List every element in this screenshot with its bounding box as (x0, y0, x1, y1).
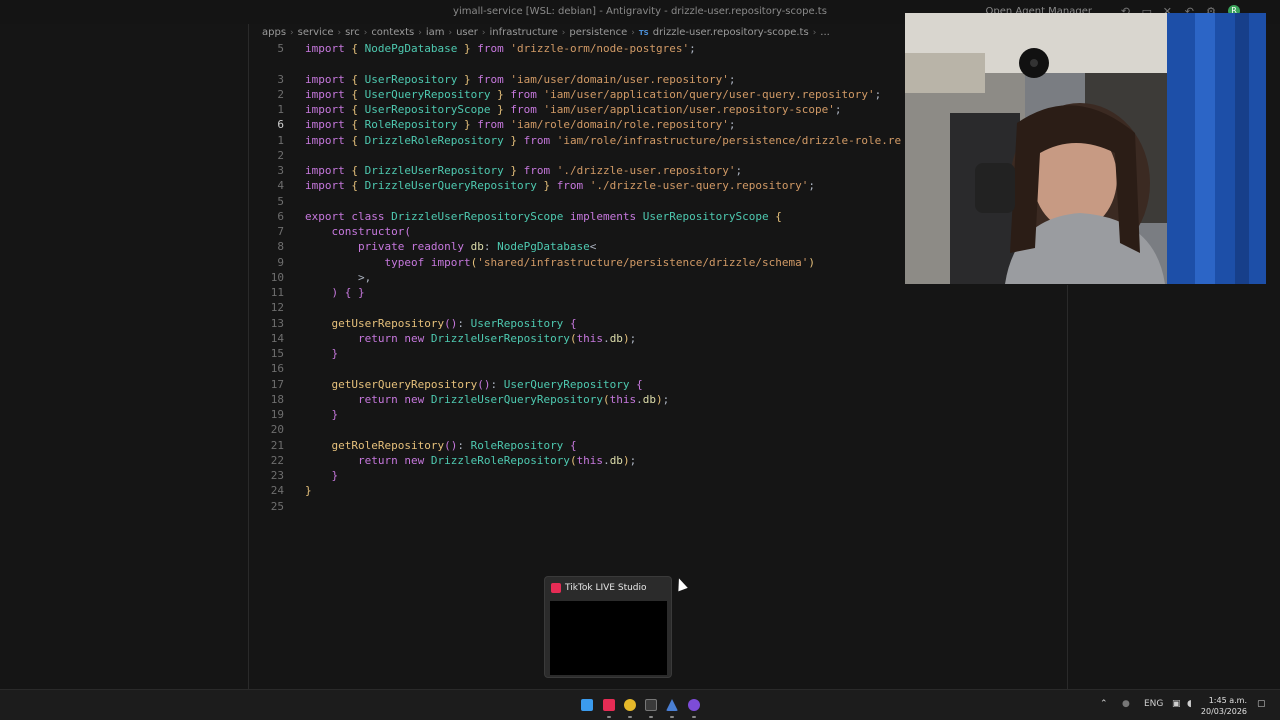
windows-start-icon[interactable] (581, 699, 593, 711)
line-number: 18 (270, 392, 284, 406)
line-number: 1 (277, 103, 284, 116)
taskbar-preview-popup[interactable]: TikTok LIVE Studio (544, 576, 672, 678)
left-sidebar-panel (0, 24, 249, 689)
line-number: 20 (270, 423, 284, 437)
tiktok-icon (551, 583, 561, 593)
line-number: 17 (270, 377, 284, 391)
line-number: 9 (277, 255, 284, 269)
line-number: 8 (277, 240, 284, 254)
line-number: 14 (270, 331, 284, 345)
code-line: 23 } (250, 468, 1068, 483)
code-line: 21 getRoleRepository(): RoleRepository { (250, 438, 1068, 453)
running-indicator (649, 716, 653, 718)
webcam-overlay (905, 13, 1266, 284)
running-indicator (628, 716, 632, 718)
line-number: 13 (270, 316, 284, 330)
line-number: 3 (277, 164, 284, 177)
breadcrumb-separator-icon: › (481, 28, 486, 38)
code-line: 22 return new DrizzleRoleRepository(this… (250, 453, 1068, 468)
line-number: 4 (277, 179, 284, 193)
antigravity-icon[interactable] (666, 699, 678, 711)
code-line: 13 getUserRepository(): UserRepository { (250, 316, 1068, 331)
line-number: 1 (277, 133, 284, 147)
taskbar: ⌃ ● ENG ▣ ◖ 1:45 a.m. 20/03/2026 ▢ (0, 689, 1280, 720)
line-number: 22 (270, 453, 284, 467)
breadcrumb-separator-icon: › (363, 28, 368, 38)
line-number: 11 (270, 286, 284, 299)
chrome-icon[interactable] (624, 699, 636, 711)
line-number: 7 (277, 225, 284, 238)
breadcrumb-item[interactable]: src (345, 27, 360, 38)
breadcrumb-item[interactable]: service (298, 27, 334, 38)
code-line: 16 (250, 361, 1068, 376)
running-indicator (607, 716, 611, 718)
code-line: 12 (250, 300, 1068, 315)
breadcrumb-separator-icon: › (561, 28, 566, 38)
breadcrumb-separator-icon: › (448, 28, 453, 38)
line-number: 19 (270, 408, 284, 421)
webcam-image (905, 13, 1266, 284)
language-indicator[interactable]: ENG (1144, 699, 1163, 709)
line-number-active: 6 (277, 118, 284, 132)
obs-icon[interactable] (688, 699, 700, 711)
code-line: 20 (250, 422, 1068, 437)
popup-title: TikTok LIVE Studio (565, 583, 647, 593)
microphone-icon[interactable]: ● (1122, 699, 1130, 709)
clock-date: 20/03/2026 (1200, 707, 1247, 716)
breadcrumb-separator-icon: › (812, 28, 817, 38)
mouse-cursor-icon (674, 576, 688, 592)
code-line: 19 } (250, 407, 1068, 422)
line-number: 10 (270, 270, 284, 284)
code-line: 15 } (250, 346, 1068, 361)
breadcrumb-separator-icon: › (631, 28, 635, 38)
clock-time: 1:45 a.m. (1208, 696, 1247, 705)
line-number: 6 (277, 209, 284, 223)
line-number: 2 (277, 87, 284, 101)
tray-overflow-chevron-icon[interactable]: ⌃ (1100, 699, 1108, 709)
terminal-icon[interactable] (645, 699, 657, 711)
line-number: 2 (277, 148, 284, 162)
breadcrumb-item[interactable]: iam (426, 27, 445, 38)
breadcrumb: apps › service › src › contexts › iam › user › infra… (262, 27, 830, 41)
line-number: 3 (277, 72, 284, 86)
line-number: 12 (270, 301, 284, 315)
window-preview-thumbnail[interactable] (550, 601, 667, 675)
code-line: 17 getUserQueryRepository(): UserQueryRe… (250, 377, 1068, 392)
breadcrumb-more[interactable]: ... (820, 27, 830, 38)
running-indicator (670, 716, 674, 718)
breadcrumb-separator-icon: › (290, 28, 294, 38)
line-number: 16 (270, 362, 284, 376)
line-number: 24 (270, 484, 284, 498)
line-number: 25 (270, 499, 284, 513)
breadcrumb-file[interactable]: drizzle-user.repository-scope.ts (653, 27, 809, 38)
tiktok-icon[interactable] (603, 699, 615, 711)
right-secondary-panel (1067, 285, 1280, 689)
breadcrumb-item[interactable]: persistence (569, 27, 627, 38)
breadcrumb-item[interactable]: contexts (371, 27, 414, 38)
breadcrumb-item[interactable]: infrastructure (490, 27, 558, 38)
code-line: 14 return new DrizzleUserRepository(this… (250, 331, 1068, 346)
line-number: 21 (270, 438, 284, 452)
breadcrumb-item[interactable]: user (456, 27, 478, 38)
breadcrumb-separator-icon: › (418, 28, 422, 38)
line-number: 15 (270, 347, 284, 360)
running-indicator (692, 716, 696, 718)
volume-icon[interactable]: ◖ (1187, 699, 1192, 709)
code-line: 25 (250, 499, 1068, 514)
typescript-file-icon: TS (638, 29, 649, 37)
notifications-icon[interactable]: ▢ (1257, 699, 1266, 709)
line-number: 5 (277, 42, 284, 55)
breadcrumb-item[interactable]: apps (262, 27, 286, 38)
code-line: 11 ) { } (250, 285, 1068, 300)
line-number: 23 (270, 469, 284, 482)
network-icon[interactable]: ▣ (1172, 699, 1181, 709)
breadcrumb-separator-icon: › (337, 28, 342, 38)
code-line: 24} (250, 483, 1068, 498)
code-line: 18 return new DrizzleUserQueryRepository… (250, 392, 1068, 407)
line-number: 5 (277, 194, 284, 208)
system-clock[interactable]: 1:45 a.m. 20/03/2026 (1201, 695, 1247, 717)
